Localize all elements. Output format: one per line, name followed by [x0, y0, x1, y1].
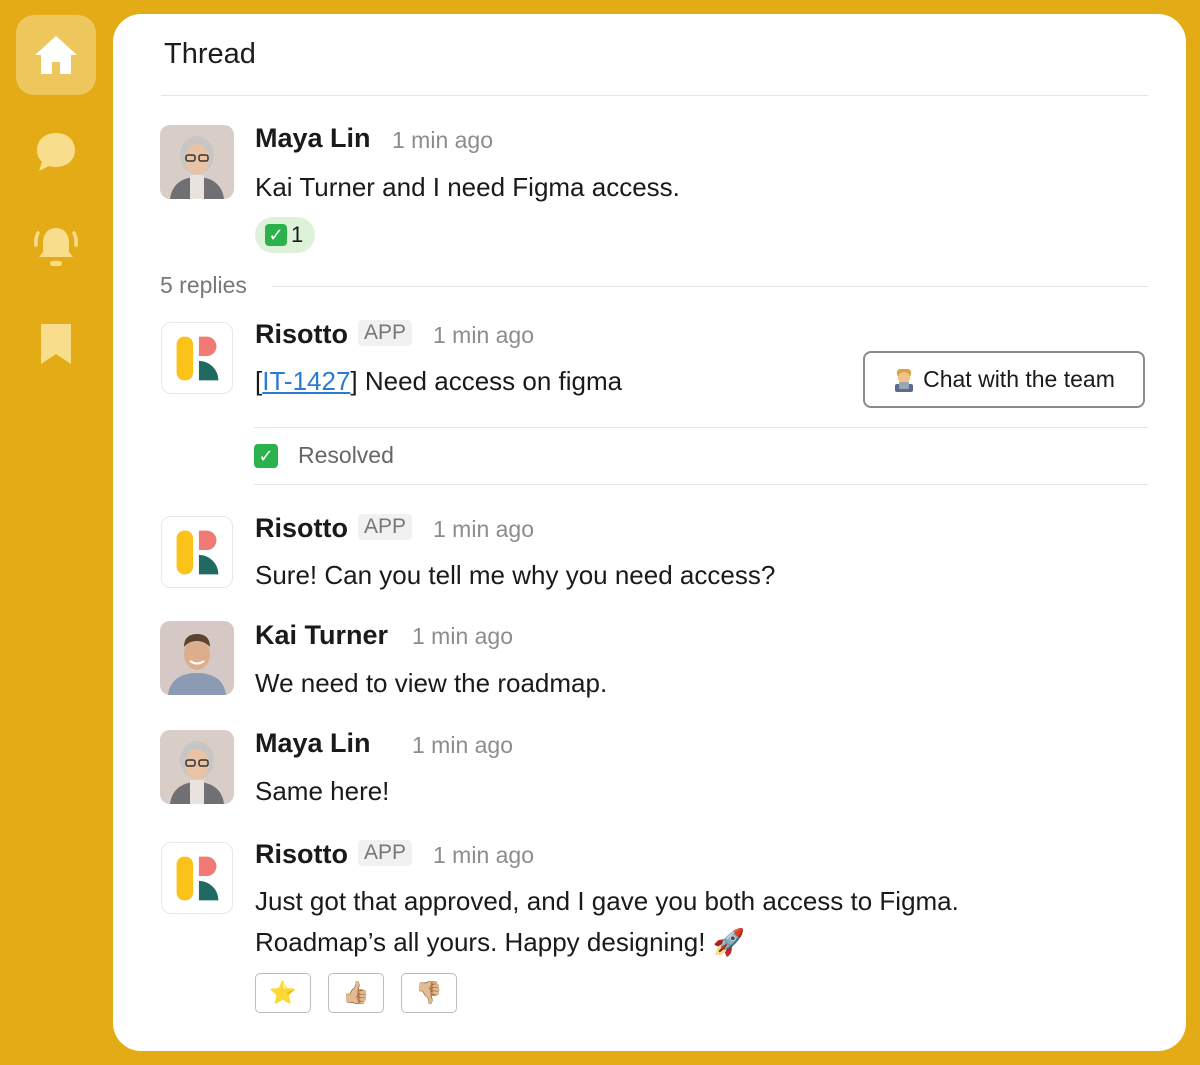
reaction-count: 1: [291, 222, 304, 247]
avatar-risotto[interactable]: [161, 516, 233, 588]
message-author[interactable]: Kai Turner: [255, 620, 388, 651]
avatar-kai-turner[interactable]: [160, 621, 234, 695]
avatar-risotto[interactable]: [161, 842, 233, 914]
star-icon: ⭐: [269, 980, 297, 1005]
message-timestamp: 1 min ago: [412, 623, 514, 649]
message-text: Kai Turner and I need Figma access.: [255, 172, 680, 202]
message-text: Same here!: [255, 776, 390, 806]
ticket-link[interactable]: IT-1427: [262, 366, 350, 396]
ticket-divider-bottom: [254, 484, 1148, 485]
ticket-status: ✓ Resolved: [254, 442, 394, 469]
app-badge: APP: [358, 840, 413, 866]
header-divider: [161, 95, 1148, 96]
message-text: Sure! Can you tell me why you need acces…: [255, 560, 776, 590]
sidebar-item-home[interactable]: [16, 15, 96, 95]
risotto-logo-icon: [176, 336, 219, 381]
message-author[interactable]: Risotto: [255, 839, 348, 870]
feedback-thumbs-down-button[interactable]: 👎🏼: [401, 973, 457, 1013]
feedback-star-button[interactable]: ⭐: [255, 973, 311, 1013]
avatar-maya-lin[interactable]: [160, 730, 234, 804]
replies-count: 5 replies: [160, 272, 247, 298]
thumbs-up-icon: 👍🏼: [342, 980, 370, 1005]
message-timestamp: 1 min ago: [412, 732, 514, 758]
message-text-line-1: Just got that approved, and I gave you b…: [255, 886, 959, 916]
message-author[interactable]: Risotto: [255, 513, 348, 544]
sidebar: [0, 0, 112, 1065]
bell-icon: [34, 228, 78, 266]
home-icon: [35, 36, 77, 74]
message-author[interactable]: Risotto: [255, 319, 348, 350]
replies-divider: [272, 286, 1148, 287]
app-badge: APP: [358, 514, 413, 540]
avatar-maya-lin[interactable]: [160, 125, 234, 199]
message-author[interactable]: Maya Lin: [255, 728, 371, 759]
check-mark-icon: ✓: [265, 224, 287, 246]
technician-icon: [895, 368, 914, 392]
thumbs-down-icon: 👎🏼: [415, 980, 443, 1005]
thread-panel: Thread Maya Lin 1 min ago Kai Turner and…: [113, 14, 1186, 1051]
avatar-risotto[interactable]: [161, 322, 233, 394]
chat-bubble-icon: [37, 133, 75, 171]
message-timestamp: 1 min ago: [433, 516, 535, 542]
page-title: Thread: [164, 38, 256, 70]
ticket-message: [IT-1427] Need access on figma: [255, 366, 623, 396]
check-mark-icon: ✓: [254, 443, 278, 468]
sidebar-item-saved[interactable]: [16, 304, 96, 384]
message-timestamp: 1 min ago: [433, 322, 535, 348]
message-timestamp: 1 min ago: [433, 842, 535, 868]
message-timestamp: 1 min ago: [392, 127, 494, 153]
sidebar-item-notifications[interactable]: [16, 206, 96, 286]
sidebar-item-messages[interactable]: [16, 112, 96, 192]
reaction-chip[interactable]: ✓ 1: [255, 217, 316, 253]
app-badge: APP: [358, 320, 413, 346]
status-label: Resolved: [298, 442, 394, 468]
bookmark-icon: [41, 324, 71, 364]
risotto-logo-icon: [176, 856, 219, 901]
ticket-divider-top: [254, 427, 1148, 428]
chat-with-team-button[interactable]: Chat with the team: [863, 351, 1145, 408]
message-text-line-2: Roadmap’s all yours. Happy designing! 🚀: [255, 927, 746, 957]
risotto-logo-icon: [176, 530, 219, 575]
feedback-thumbs-up-button[interactable]: 👍🏼: [328, 973, 384, 1013]
message-text: We need to view the roadmap.: [255, 668, 608, 698]
message-author[interactable]: Maya Lin: [255, 123, 371, 154]
